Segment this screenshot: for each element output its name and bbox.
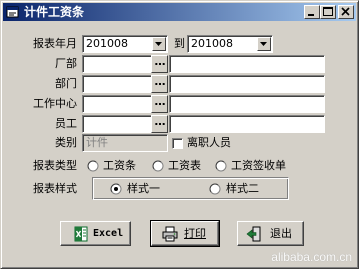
- report-month-to-dropdown-button[interactable]: [257, 37, 271, 51]
- category-select: 计件: [82, 134, 168, 152]
- minimize-icon: [308, 14, 314, 16]
- work-center-code-input[interactable]: [82, 95, 152, 113]
- report-style-option-one: 样式一: [127, 182, 160, 195]
- report-type-option-receipt: 工资签收单: [231, 159, 286, 172]
- employee-browse-button[interactable]: …: [151, 115, 168, 133]
- resigned-checkbox[interactable]: [172, 138, 183, 149]
- work-center-browse-button[interactable]: …: [151, 95, 168, 113]
- report-style-label: 报表样式: [33, 182, 77, 195]
- resigned-label: 离职人员: [187, 136, 231, 149]
- report-type-option-payslip: 工资条: [103, 159, 136, 172]
- chevron-down-icon: [260, 42, 267, 46]
- close-icon: [341, 7, 350, 16]
- close-button[interactable]: [338, 5, 354, 19]
- factory-browse-button[interactable]: …: [151, 55, 168, 73]
- exit-button-label: 退出: [270, 227, 292, 240]
- chevron-down-icon: [155, 42, 162, 46]
- department-browse-button[interactable]: …: [151, 75, 168, 93]
- excel-button[interactable]: Excel: [60, 221, 131, 246]
- report-style-radio-one[interactable]: [110, 183, 122, 195]
- report-type-label: 报表类型: [33, 159, 77, 172]
- report-month-to-select[interactable]: 201008: [187, 35, 273, 53]
- printer-icon: [162, 226, 178, 242]
- watermark-text: alibaba.com.cn: [271, 250, 352, 264]
- report-month-label: 报表年月: [33, 37, 77, 50]
- report-style-option-two: 样式二: [226, 182, 259, 195]
- report-month-from-dropdown-button[interactable]: [152, 37, 166, 51]
- factory-label: 厂部: [55, 57, 77, 70]
- window-title: 计件工资条: [24, 5, 85, 19]
- department-name-input[interactable]: [169, 75, 325, 93]
- title-bar[interactable]: 计件工资条: [3, 3, 356, 21]
- print-button-label: 打印: [184, 227, 206, 240]
- report-month-from-select[interactable]: 201008: [82, 35, 168, 53]
- report-month-to-label: 到: [174, 37, 185, 50]
- work-center-name-input[interactable]: [169, 95, 325, 113]
- category-label: 类别: [55, 136, 77, 149]
- factory-code-input[interactable]: [82, 55, 152, 73]
- excel-icon: [74, 226, 88, 242]
- excel-button-label: Excel: [93, 228, 124, 239]
- maximize-button[interactable]: [320, 5, 336, 19]
- app-icon: [6, 6, 19, 18]
- report-month-to-value: 201008: [191, 37, 233, 50]
- minimize-button[interactable]: [304, 5, 320, 19]
- dialog-window: 计件工资条 报表年月 201008 到 201008 厂部 … 部门 … 工作中…: [0, 0, 359, 269]
- report-type-radio-payroll[interactable]: [152, 160, 164, 172]
- employee-label: 员工: [55, 117, 77, 130]
- employee-name-input[interactable]: [169, 115, 325, 133]
- report-style-radio-two[interactable]: [209, 183, 221, 195]
- department-code-input[interactable]: [82, 75, 152, 93]
- maximize-icon: [323, 7, 333, 16]
- category-value: 计件: [86, 136, 108, 149]
- employee-code-input[interactable]: [82, 115, 152, 133]
- factory-name-input[interactable]: [169, 55, 325, 73]
- report-month-from-value: 201008: [86, 37, 128, 50]
- report-type-radio-payslip[interactable]: [87, 160, 99, 172]
- exit-button[interactable]: 退出: [237, 221, 304, 246]
- work-center-label: 工作中心: [33, 97, 77, 110]
- department-label: 部门: [55, 77, 77, 90]
- print-button[interactable]: 打印: [150, 220, 220, 247]
- exit-icon: [246, 226, 261, 242]
- report-type-radio-receipt[interactable]: [215, 160, 227, 172]
- report-type-option-payroll: 工资表: [168, 159, 201, 172]
